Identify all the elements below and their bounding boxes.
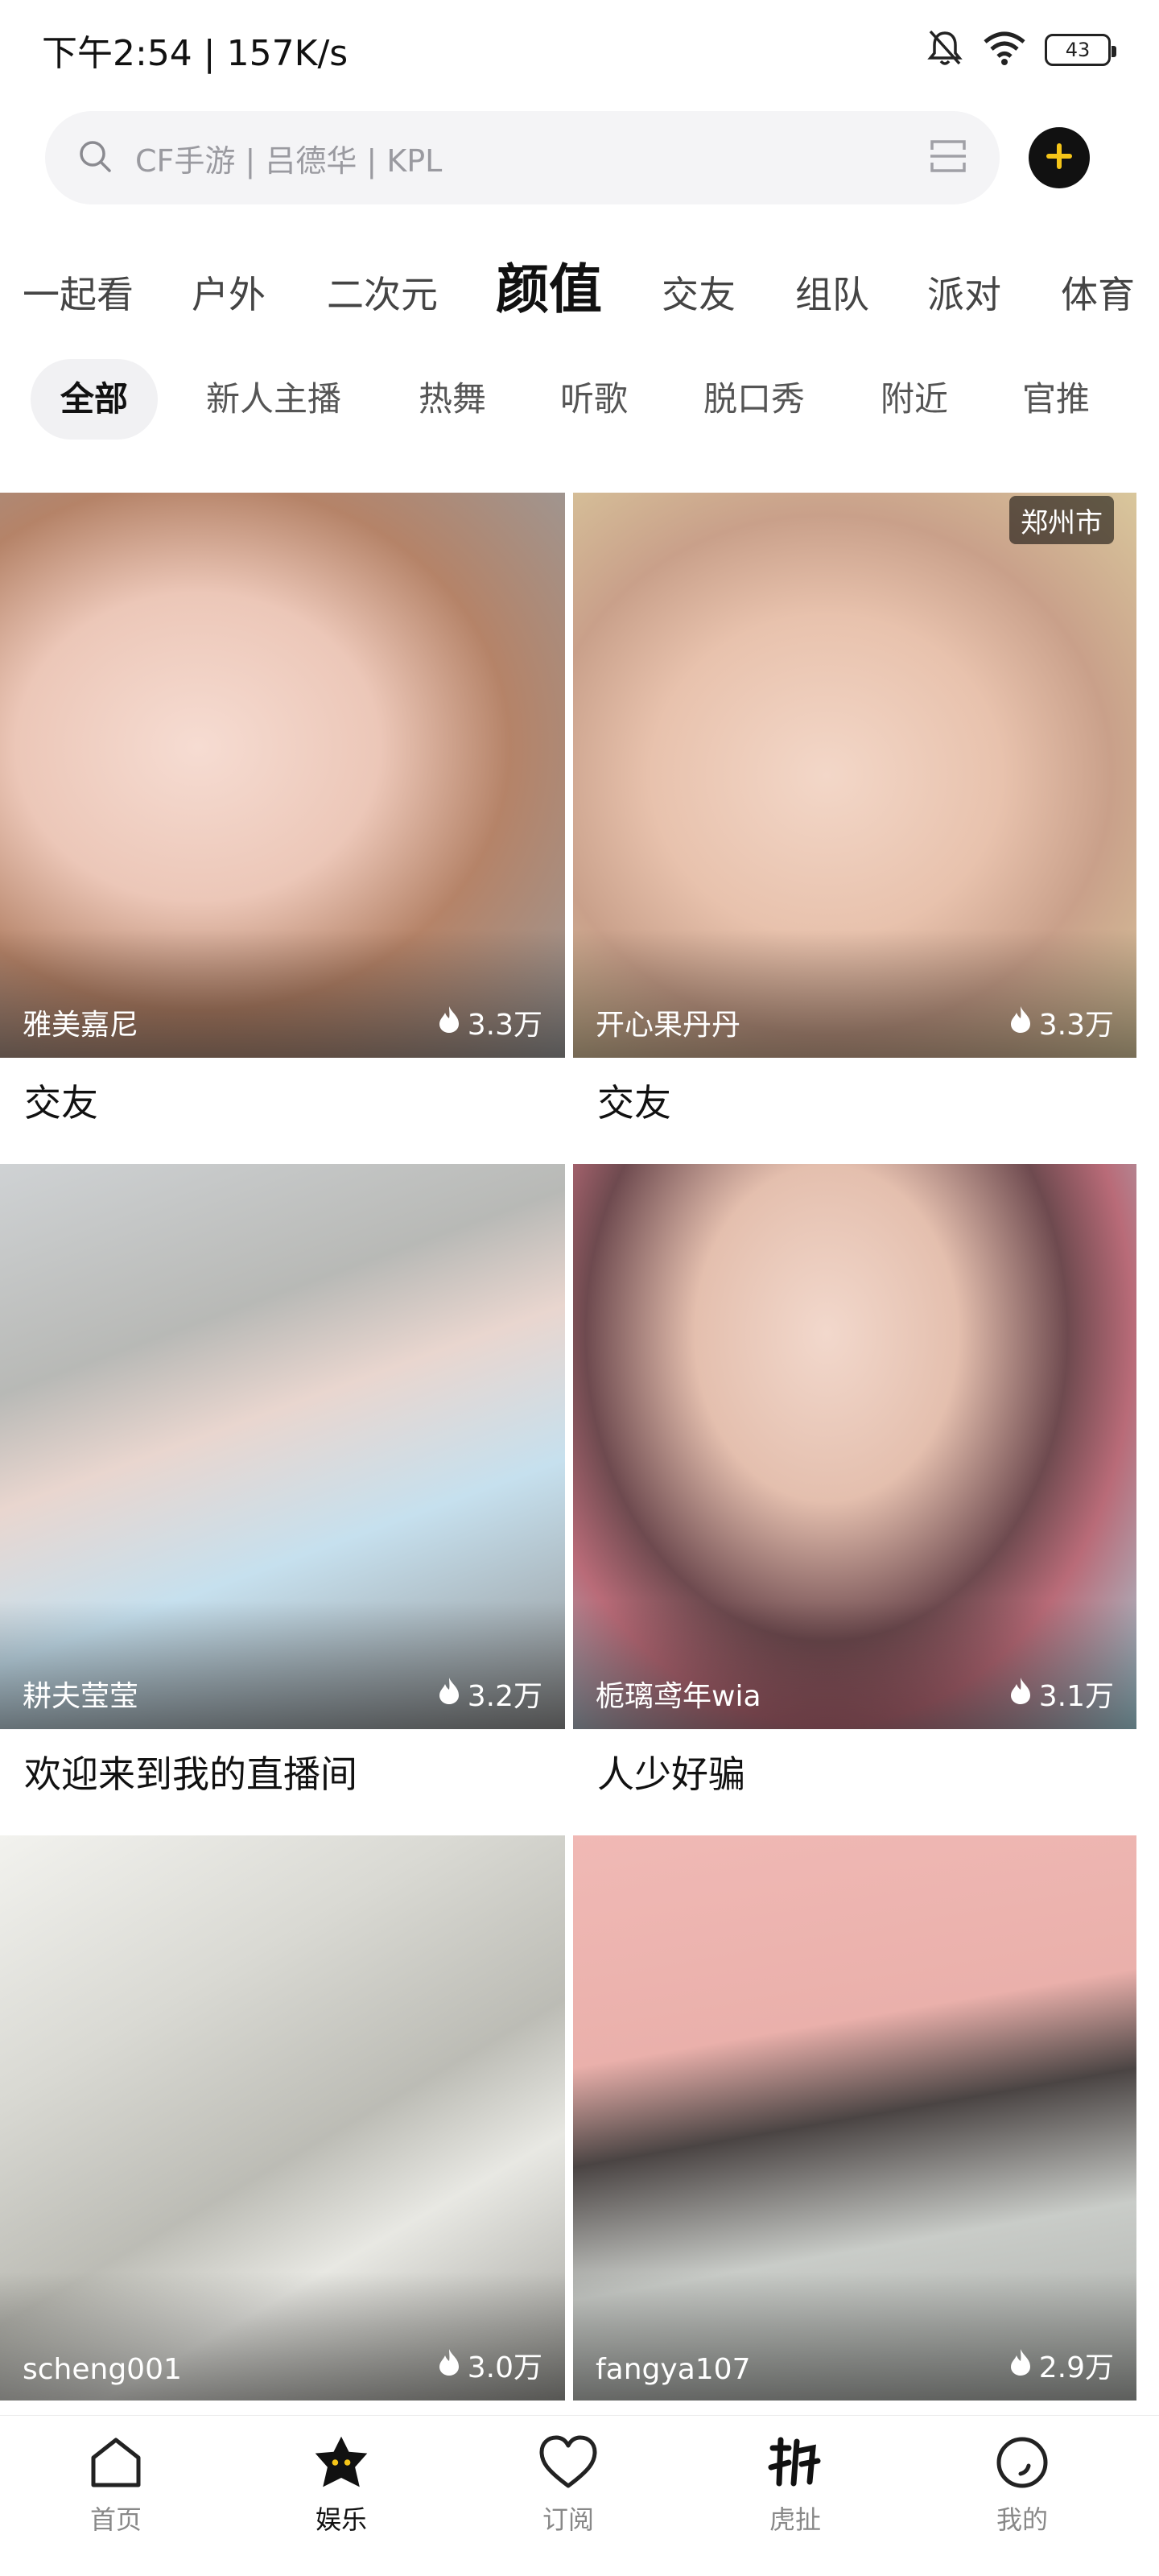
nav-huche[interactable]: 虎扯 (731, 2432, 860, 2561)
viewer-count: 3.0万 (437, 2344, 542, 2386)
nav-label: 虎扯 (769, 2504, 821, 2535)
streamer-name: 耕夫莹莹 (23, 1680, 139, 1713)
bottom-nav: 首页 娱乐 订阅 虎扯 我的 (0, 2415, 1159, 2576)
plus-button[interactable] (1029, 127, 1090, 188)
category-tabs: 一起看 户外 二次元 颜值 交友 组队 派对 体育 (0, 242, 1159, 338)
status-bar: 下午2:54 | 157K/s 43 (0, 0, 1159, 97)
tab-tiyu[interactable]: 体育 (1061, 266, 1135, 319)
stream-card[interactable]: 郑州市 开心果丹丹 3.3万 交友 (573, 493, 1136, 1125)
chip-guantui[interactable]: 官推 (1006, 359, 1106, 440)
huche-icon (765, 2432, 826, 2493)
chip-rewu[interactable]: 热舞 (402, 359, 502, 440)
nav-profile[interactable]: 我的 (958, 2432, 1087, 2561)
viewer-count-text: 3.3万 (1038, 1009, 1114, 1042)
stream-thumbnail[interactable]: fangya107 2.9万 (573, 1835, 1136, 2401)
wifi-icon (982, 31, 1027, 69)
heart-icon (538, 2432, 599, 2493)
viewer-count: 3.3万 (437, 1001, 542, 1043)
viewer-count-text: 3.1万 (1038, 1680, 1114, 1713)
flame-icon (1008, 1676, 1033, 1712)
viewer-count-text: 3.2万 (467, 1680, 542, 1713)
battery-level: 43 (1065, 39, 1091, 61)
nav-label: 我的 (996, 2504, 1048, 2535)
stream-title[interactable]: 欢迎来到我的直播间 (24, 1745, 357, 1798)
nav-label: 首页 (89, 2504, 142, 2535)
viewer-count: 3.1万 (1008, 1673, 1114, 1715)
chip-tingge[interactable]: 听歌 (544, 359, 644, 440)
chip-fujin[interactable]: 附近 (864, 359, 964, 440)
filter-chips: 全部 新人主播 热舞 听歌 脱口秀 附近 官推 (0, 359, 1159, 443)
status-time-speed: 下午2:54 | 157K/s (42, 33, 349, 74)
flame-icon (1008, 2347, 1033, 2384)
stream-card[interactable]: fangya107 2.9万 (573, 1835, 1136, 2401)
stream-card[interactable]: scheng001 3.0万 (0, 1835, 565, 2401)
viewer-count: 2.9万 (1008, 2344, 1114, 2386)
stream-title[interactable]: 人少好骗 (597, 1745, 745, 1798)
stream-thumbnail[interactable]: 耕夫莹莹 3.2万 (0, 1164, 565, 1729)
battery-icon: 43 (1045, 34, 1116, 66)
viewer-count-text: 2.9万 (1038, 2351, 1114, 2384)
stream-thumbnail[interactable]: 郑州市 开心果丹丹 3.3万 (573, 493, 1136, 1058)
viewer-count: 3.2万 (437, 1673, 542, 1715)
stream-card[interactable]: 栀璃鸢年wia 3.1万 人少好骗 (573, 1164, 1136, 1796)
plus-icon (1046, 142, 1073, 173)
status-icons: 43 (926, 27, 1116, 72)
chip-xinren[interactable]: 新人主播 (185, 359, 362, 440)
nav-home[interactable]: 首页 (52, 2432, 180, 2561)
streamer-name: fangya107 (596, 2353, 751, 2386)
viewer-count: 3.3万 (1008, 1001, 1114, 1043)
mute-icon (926, 28, 964, 72)
flame-icon (437, 2347, 461, 2384)
stream-title[interactable]: 交友 (24, 1074, 98, 1127)
streamer-name: 栀璃鸢年wia (596, 1680, 761, 1713)
streamer-name: 开心果丹丹 (596, 1009, 741, 1042)
tab-zudui[interactable]: 组队 (795, 266, 869, 319)
streamer-name: scheng001 (23, 2353, 182, 2386)
chip-tuokouxiu[interactable]: 脱口秀 (686, 359, 823, 440)
nav-entertainment[interactable]: 娱乐 (277, 2432, 406, 2561)
stream-thumbnail[interactable]: 栀璃鸢年wia 3.1万 (573, 1164, 1136, 1729)
profile-icon (992, 2432, 1053, 2493)
tab-jiaoyou[interactable]: 交友 (662, 266, 736, 319)
flame-icon (437, 1676, 461, 1712)
stream-title[interactable]: 交友 (597, 1074, 671, 1127)
nav-subscribe[interactable]: 订阅 (504, 2432, 633, 2561)
viewer-count-text: 3.3万 (467, 1009, 542, 1042)
search-icon (77, 138, 113, 177)
location-tag: 郑州市 (1009, 496, 1114, 544)
entertainment-icon (311, 2432, 372, 2493)
streamer-name: 雅美嘉尼 (23, 1009, 139, 1042)
home-icon (85, 2432, 146, 2493)
viewer-count-text: 3.0万 (467, 2351, 542, 2384)
tab-huwai[interactable]: 户外 (192, 266, 266, 319)
stream-card[interactable]: 耕夫莹莹 3.2万 欢迎来到我的直播间 (0, 1164, 565, 1796)
tab-yanzhi[interactable]: 颜值 (496, 246, 602, 324)
stream-thumbnail[interactable]: scheng001 3.0万 (0, 1835, 565, 2401)
nav-label: 娱乐 (315, 2504, 367, 2535)
scan-icon[interactable] (929, 138, 967, 177)
flame-icon (437, 1005, 461, 1041)
stream-thumbnail[interactable]: 雅美嘉尼 3.3万 (0, 493, 565, 1058)
tab-erciyuan[interactable]: 二次元 (327, 266, 438, 319)
chip-quanbu[interactable]: 全部 (31, 359, 158, 440)
nav-label: 订阅 (542, 2504, 594, 2535)
flame-icon (1008, 1005, 1033, 1041)
stream-card[interactable]: 雅美嘉尼 3.3万 交友 (0, 493, 565, 1125)
search-input[interactable]: CF手游 | 吕德华 | KPL (135, 136, 929, 180)
tab-paidui[interactable]: 派对 (927, 266, 1001, 319)
tab-yiqikan[interactable]: 一起看 (23, 266, 134, 319)
search-bar[interactable]: CF手游 | 吕德华 | KPL (45, 111, 1000, 204)
